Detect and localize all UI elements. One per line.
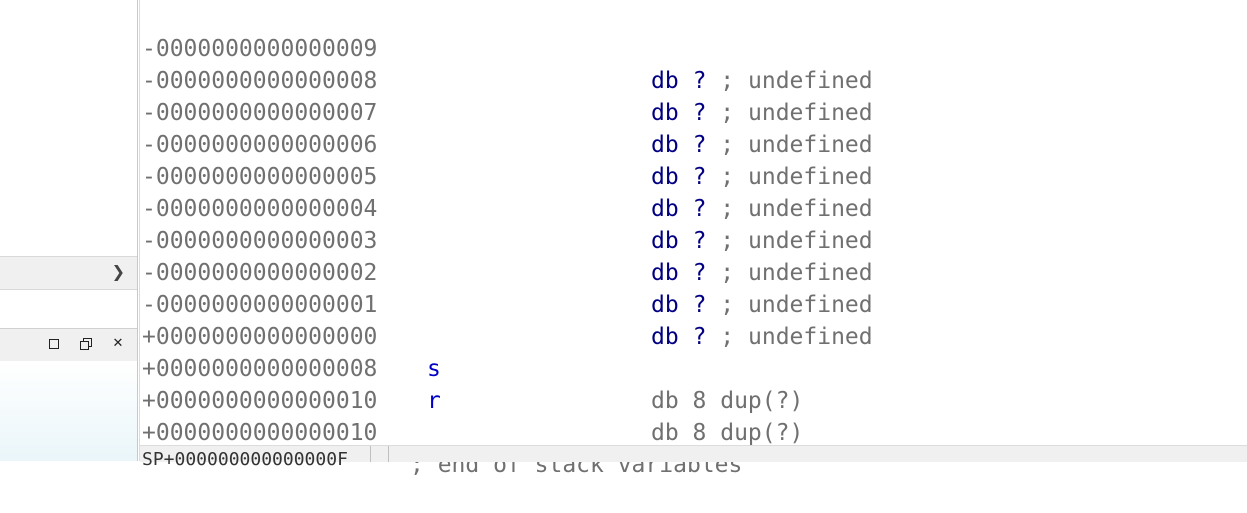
declaration: db 8 dup(?) <box>651 420 804 446</box>
listing-row[interactable]: -0000000000000004 db ? ; undefined <box>142 161 1247 254</box>
listing-row-var-s[interactable]: +0000000000000000 s db 8 dup(?) <box>142 289 1247 414</box>
expander-row[interactable]: ❯ <box>0 256 137 290</box>
panel-background <box>0 361 137 461</box>
window-controls: ✕ <box>0 328 137 362</box>
minimize-icon[interactable] <box>46 336 62 352</box>
listing-row-end[interactable]: +0000000000000010 ; end of stack variabl… <box>142 385 1247 478</box>
listing-row[interactable]: -0000000000000006 db ? ; undefined <box>142 97 1247 190</box>
listing-row[interactable]: -0000000000000008 db ? ; undefined <box>142 33 1247 126</box>
listing-row[interactable]: +0000000000000010 <box>142 353 1247 414</box>
listing-row[interactable]: -0000000000000007 db ? ; undefined <box>142 65 1247 158</box>
left-panel: ❯ ✕ <box>0 0 137 461</box>
listing-row[interactable]: -0000000000000002 db ? ; undefined <box>142 225 1247 318</box>
status-separator <box>370 446 371 462</box>
stack-pointer-readout: SP+000000000000000F <box>142 449 348 470</box>
status-bar: SP+000000000000000F <box>140 445 1247 470</box>
panel-divider[interactable] <box>137 0 138 461</box>
stack-frame-listing[interactable]: -0000000000000009 db ? ; undefined -0000… <box>142 1 1247 478</box>
listing-row[interactable]: -0000000000000005 db ? ; undefined <box>142 129 1247 222</box>
listing-row-var-r[interactable]: +0000000000000008 r db 8 dup(?) <box>142 321 1247 446</box>
restore-icon[interactable] <box>78 336 94 352</box>
listing-row[interactable]: -0000000000000001 db ? ; undefined <box>142 257 1247 350</box>
close-icon[interactable]: ✕ <box>110 336 126 352</box>
listing-row[interactable]: -0000000000000009 db ? ; undefined <box>142 1 1247 94</box>
status-separator <box>388 446 389 462</box>
chevron-right-icon[interactable]: ❯ <box>112 262 125 281</box>
listing-border <box>139 0 140 461</box>
listing-row[interactable]: -0000000000000003 db ? ; undefined <box>142 193 1247 286</box>
